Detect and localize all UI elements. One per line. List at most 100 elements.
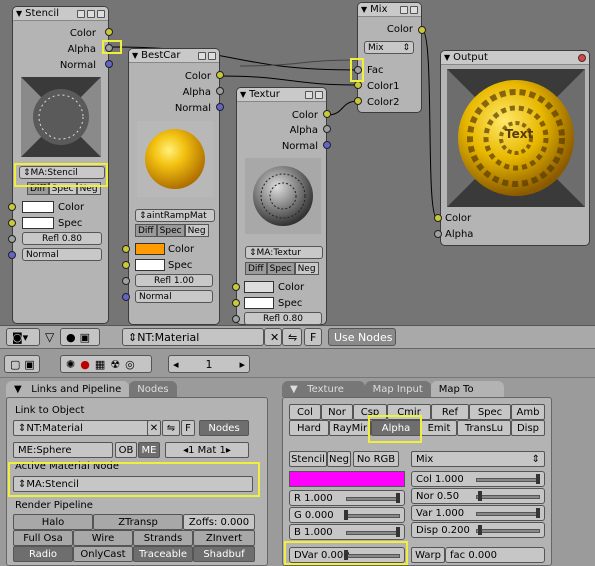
textur-input-refl-socket[interactable]	[232, 315, 240, 323]
collapse-triangle-icon[interactable]: ▼	[240, 90, 246, 99]
node-hide-icon[interactable]	[410, 5, 418, 14]
stencil-toggle[interactable]: Stencil	[289, 451, 327, 467]
image-icon[interactable]: ▣	[24, 358, 34, 371]
bestcar-color-swatch[interactable]	[135, 243, 165, 255]
dvar-slider[interactable]: DVar 0.000	[289, 547, 405, 563]
mapto-cmir[interactable]: Cmir	[387, 404, 431, 420]
warp-fac-slider[interactable]: fac 0.000	[445, 547, 545, 563]
nodetree-field[interactable]: ⇕ NT:Material	[122, 328, 264, 346]
node-menu-icon[interactable]: ⇕	[18, 479, 26, 490]
stencil-input-normal-socket[interactable]	[8, 251, 16, 259]
col-slider[interactable]: Col 1.000	[411, 471, 545, 487]
b-slider[interactable]: B 1.000	[289, 524, 405, 540]
bestcar-alpha-socket[interactable]	[216, 87, 224, 95]
fake-user-car-icon[interactable]: ⇋	[162, 420, 180, 436]
material-menu-icon[interactable]: ⇕	[23, 168, 31, 178]
mapto-ref[interactable]: Ref	[431, 404, 469, 420]
material-index-field[interactable]: ◂ 1 Mat 1 ▸	[165, 442, 249, 458]
nor-slider-knob[interactable]	[478, 491, 482, 501]
spec-toggle[interactable]: Spec	[266, 262, 295, 275]
mapto-disp[interactable]: Disp	[511, 420, 545, 436]
radio-toggle[interactable]: Radio	[13, 546, 73, 562]
bestcar-input-normal-socket[interactable]	[122, 293, 130, 301]
texture-icon[interactable]: ▦	[95, 358, 105, 371]
mapto-csp[interactable]: Csp	[353, 404, 387, 420]
nodetree-link-field[interactable]: ⇕ NT:Material	[13, 420, 153, 436]
wire-toggle[interactable]: Wire	[73, 530, 133, 546]
zoffs-field[interactable]: Zoffs: 0.000	[183, 514, 255, 530]
node-options-icon[interactable]	[315, 90, 323, 99]
composite-nodes-icon[interactable]: ▣	[80, 331, 90, 344]
neg-toggle[interactable]: Neg	[184, 224, 209, 237]
g-slider-knob[interactable]	[344, 510, 348, 520]
bestcar-input-color-socket[interactable]	[122, 245, 130, 253]
zinvert-toggle[interactable]: ZInvert	[193, 530, 255, 546]
full-osa-toggle[interactable]: Full Osa	[13, 530, 73, 546]
node-editor[interactable]: ▼ Stencil Color Alpha Normal ⇕ MA:Stencil…	[0, 0, 595, 325]
bestcar-input-refl-socket[interactable]	[122, 277, 130, 285]
collapse-triangle-icon[interactable]: ▼	[361, 5, 367, 14]
mapto-raymir[interactable]: RayMir	[329, 420, 371, 436]
collapse-triangle-icon[interactable]: ▼	[132, 51, 138, 60]
collapse-triangle-icon[interactable]: ▼	[444, 53, 450, 62]
node-preview-toggle-icon[interactable]	[77, 9, 85, 18]
onlycast-toggle[interactable]: OnlyCast	[73, 546, 133, 562]
r-slider-knob[interactable]	[396, 493, 400, 503]
node-options-icon[interactable]	[400, 5, 408, 14]
node-options-icon[interactable]	[208, 51, 216, 60]
stencil-alpha-socket[interactable]	[105, 44, 113, 52]
textur-alpha-socket[interactable]	[323, 125, 331, 133]
ztransp-toggle[interactable]: ZTransp	[93, 514, 183, 530]
stencil-input-color-socket[interactable]	[8, 203, 16, 211]
neg-toggle[interactable]: Neg	[76, 182, 101, 195]
bestcar-normal-field[interactable]: Normal	[135, 290, 213, 303]
frame-prev-icon[interactable]: ◂	[173, 358, 179, 371]
collapse-triangle-icon[interactable]: ▼	[16, 9, 22, 18]
f-button[interactable]: F	[304, 328, 322, 346]
node-output[interactable]: ▼ Output Text Color Alpha	[440, 50, 590, 246]
node-options-icon[interactable]	[87, 9, 95, 18]
node-preview-toggle-icon[interactable]	[305, 90, 313, 99]
mapto-alpha[interactable]: Alpha	[371, 420, 421, 436]
g-slider[interactable]: G 0.000	[289, 507, 405, 523]
mix-color1-socket[interactable]	[354, 81, 362, 89]
nodetree-menu-icon[interactable]: ⇕	[128, 331, 137, 344]
radio-icon[interactable]: ☢	[110, 358, 120, 371]
stencil-input-spec-socket[interactable]	[8, 219, 16, 227]
mix-color2-socket[interactable]	[354, 97, 362, 105]
bestcar-refl-field[interactable]: Refl 1.00	[135, 274, 213, 287]
mapto-hard[interactable]: Hard	[289, 420, 329, 436]
bestcar-input-spec-socket[interactable]	[122, 261, 130, 269]
textur-normal-socket[interactable]	[323, 141, 331, 149]
shadbuf-toggle[interactable]: Shadbuf	[193, 546, 255, 562]
blend-mode-select[interactable]: Mix ⇕	[411, 451, 545, 467]
textur-color-swatch[interactable]	[244, 281, 274, 293]
world-icon[interactable]: ◎	[125, 358, 135, 371]
output-alpha-socket[interactable]	[434, 230, 442, 238]
mesh-field[interactable]: ME:Sphere	[13, 442, 113, 458]
bestcar-spec-swatch[interactable]	[135, 259, 165, 271]
node-header[interactable]: ▼ Mix	[358, 3, 421, 17]
nodes-button[interactable]: Nodes	[199, 420, 249, 436]
r-slider[interactable]: R 1.000	[289, 490, 405, 506]
var-slider[interactable]: Var 1.000	[411, 505, 545, 521]
fake-user-car-icon[interactable]: ⇋	[282, 328, 302, 346]
use-nodes-toggle[interactable]: Use Nodes	[328, 328, 396, 346]
mix-mode-select[interactable]: Mix ⇕	[364, 41, 414, 54]
textur-color-socket[interactable]	[323, 110, 331, 118]
disp-slider-knob[interactable]	[478, 525, 482, 535]
diff-toggle[interactable]: Diff	[135, 224, 157, 237]
stencil-normal-field[interactable]: Normal	[22, 248, 102, 261]
disp-slider[interactable]: Disp 0.200	[411, 522, 545, 538]
mapto-spec[interactable]: Spec	[469, 404, 511, 420]
no-rgb-toggle[interactable]: No RGB	[353, 451, 399, 467]
nodetree-menu-icon[interactable]: ⇕	[18, 423, 26, 434]
textur-input-color-socket[interactable]	[232, 283, 240, 291]
stencil-color-socket[interactable]	[105, 28, 113, 36]
frame-field[interactable]: ◂ 1 ▸	[168, 355, 250, 373]
strands-toggle[interactable]: Strands	[133, 530, 193, 546]
mapto-amb[interactable]: Amb	[511, 404, 545, 420]
tab-map-input[interactable]: Map Input	[364, 381, 431, 397]
spec-toggle[interactable]: Spec	[48, 182, 77, 195]
node-hide-icon[interactable]	[97, 9, 105, 18]
